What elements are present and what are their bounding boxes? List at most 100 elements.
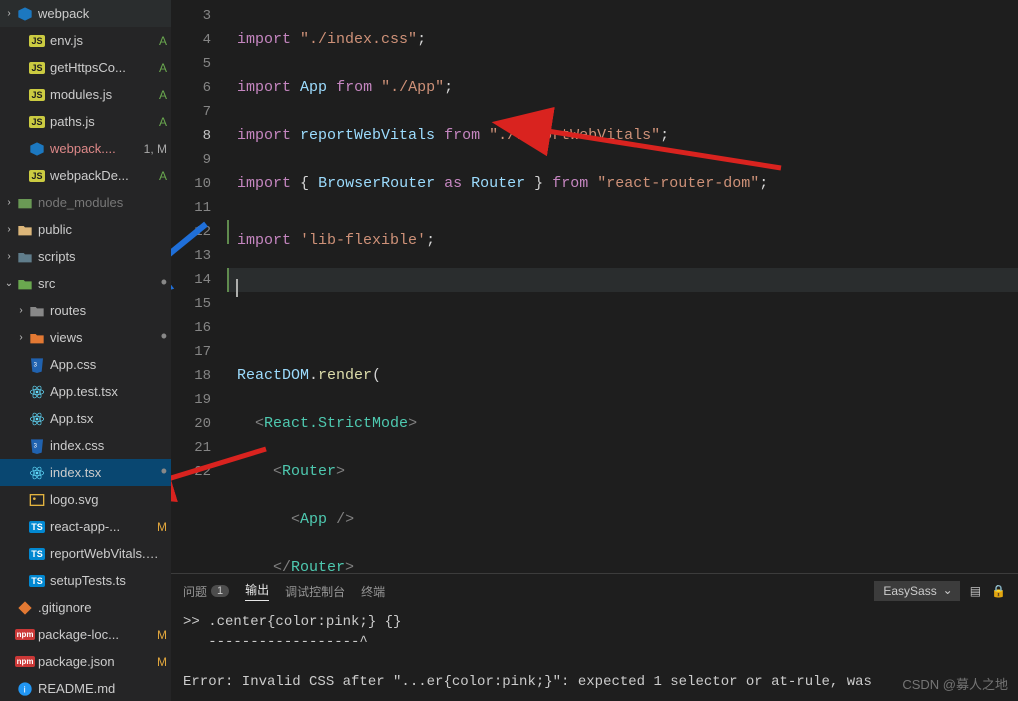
code-content[interactable]: import "./index.css"; import App from ".… [227,4,1018,573]
file-label: App.css [50,357,171,372]
file-label: env.js [50,33,171,48]
file-icon [16,249,34,265]
file-icon: JS [28,170,46,182]
tree-item-webpack----[interactable]: webpack....1, M [0,135,171,162]
file-label: App.test.tsx [50,384,171,399]
tab-problems[interactable]: 问题 1 [183,583,229,600]
scm-status: M [157,520,167,534]
file-icon [16,276,34,292]
editor-pane: 345678910111213141516171819202122 import… [171,0,1018,701]
tree-item-webpackde---[interactable]: JS webpackDe...A [0,162,171,189]
tree-item-src[interactable]: ⌄ src• [0,270,171,297]
output-line-1: >> .center{color:pink;} {} [183,614,401,630]
tree-item-app-tsx[interactable]: App.tsx [0,405,171,432]
line-gutter: 345678910111213141516171819202122 [171,4,227,573]
output-channel-select[interactable]: EasySass [874,581,959,601]
file-icon: JS [28,35,46,47]
code-area: 345678910111213141516171819202122 import… [171,0,1018,573]
tab-terminal-label: 终端 [361,583,385,600]
tree-item-index-tsx[interactable]: index.tsx• [0,459,171,486]
file-label: setupTests.ts [50,573,171,588]
file-label: reportWebVitals.… [50,546,171,561]
scm-status: A [159,88,167,102]
file-label: index.tsx [50,465,171,480]
chevron-icon: › [14,305,28,316]
tree-item-paths-js[interactable]: JSpaths.jsA [0,108,171,135]
chevron-icon: ⌄ [2,278,16,289]
file-label: index.css [50,438,171,453]
chevron-icon: › [2,251,16,262]
scm-status: A [159,169,167,183]
scm-status: 1, M [144,142,167,156]
tree-item-env-js[interactable]: JS env.jsA [0,27,171,54]
file-label: views [50,330,171,345]
tree-item-gethttpsco---[interactable]: JS getHttpsCo...A [0,54,171,81]
tree-item-app-test-tsx[interactable]: App.test.tsx [0,378,171,405]
file-icon [16,600,34,616]
bottom-panel: 问题 1 输出 调试控制台 终端 EasySass ▤ 🔒 >> .center… [171,573,1018,701]
file-icon: TS [28,548,46,560]
lock-icon[interactable]: 🔒 [991,584,1006,598]
scm-status: A [159,61,167,75]
file-icon [28,465,46,481]
tree-item-routes[interactable]: › routes [0,297,171,324]
scm-status: M [157,655,167,669]
file-label: webpack [38,6,171,21]
split-panel-icon[interactable]: ▤ [970,584,981,598]
tree-item-node-modules[interactable]: ›node_modules [0,189,171,216]
chevron-icon: › [2,224,16,235]
file-label: node_modules [38,195,171,210]
tree-item-setuptests-ts[interactable]: TS setupTests.ts [0,567,171,594]
file-icon [16,195,34,211]
tree-item-public[interactable]: › public [0,216,171,243]
file-label: App.tsx [50,411,171,426]
file-icon: JS [28,89,46,101]
tree-item-app-css[interactable]: 3 App.css [0,351,171,378]
file-label: scripts [38,249,171,264]
tab-debug-console[interactable]: 调试控制台 [285,583,345,600]
file-label: src [38,276,171,291]
scm-status: • [161,331,167,345]
tree-item-views[interactable]: › views• [0,324,171,351]
tree-item-readme-md[interactable]: i README.md [0,675,171,701]
file-explorer-sidebar[interactable]: ›webpackJSenv.jsAJSgetHttpsCo...AJSmodul… [0,0,171,701]
file-label: README.md [38,681,171,696]
scm-status: A [159,34,167,48]
file-label: public [38,222,171,237]
file-icon: JS [28,62,46,74]
file-label: webpackDe... [50,168,171,183]
output-body[interactable]: >> .center{color:pink;} {} -------------… [171,608,1018,701]
file-label: routes [50,303,171,318]
svg-text:i: i [24,684,26,694]
file-icon: TS [28,575,46,587]
file-icon: npm [16,656,34,667]
file-label: logo.svg [50,492,171,507]
tree-item-react-app----[interactable]: TSreact-app-...M [0,513,171,540]
scm-status: A [159,115,167,129]
tree-item-modules-js[interactable]: JS modules.jsA [0,81,171,108]
file-label: .gitignore [38,600,171,615]
file-label: modules.js [50,87,171,102]
watermark-text: CSDN @募人之地 [902,674,1008,693]
scm-status: • [161,277,167,291]
tree-item-scripts[interactable]: › scripts [0,243,171,270]
tree-item-logo-svg[interactable]: logo.svg [0,486,171,513]
tree-item-webpack[interactable]: ›webpack [0,0,171,27]
file-label: getHttpsCo... [50,60,171,75]
file-icon [28,492,46,508]
tree-item-package-json[interactable]: npmpackage.jsonM [0,648,171,675]
file-label: react-app-... [50,519,171,534]
file-icon: JS [28,116,46,128]
chevron-icon: › [14,332,28,343]
tree-item-index-css[interactable]: 3index.css [0,432,171,459]
tree-item--gitignore[interactable]: .gitignore [0,594,171,621]
panel-tabs: 问题 1 输出 调试控制台 终端 EasySass ▤ 🔒 [171,574,1018,608]
tab-terminal[interactable]: 终端 [361,583,385,600]
tree-item-package-loc---[interactable]: npmpackage-loc...M [0,621,171,648]
file-icon: 3 [28,357,46,373]
scm-status: M [157,628,167,642]
file-icon [28,141,46,157]
tree-item-reportwebvitals--[interactable]: TS reportWebVitals.… [0,540,171,567]
tab-output[interactable]: 输出 [245,581,269,601]
problems-count-badge: 1 [211,585,229,597]
